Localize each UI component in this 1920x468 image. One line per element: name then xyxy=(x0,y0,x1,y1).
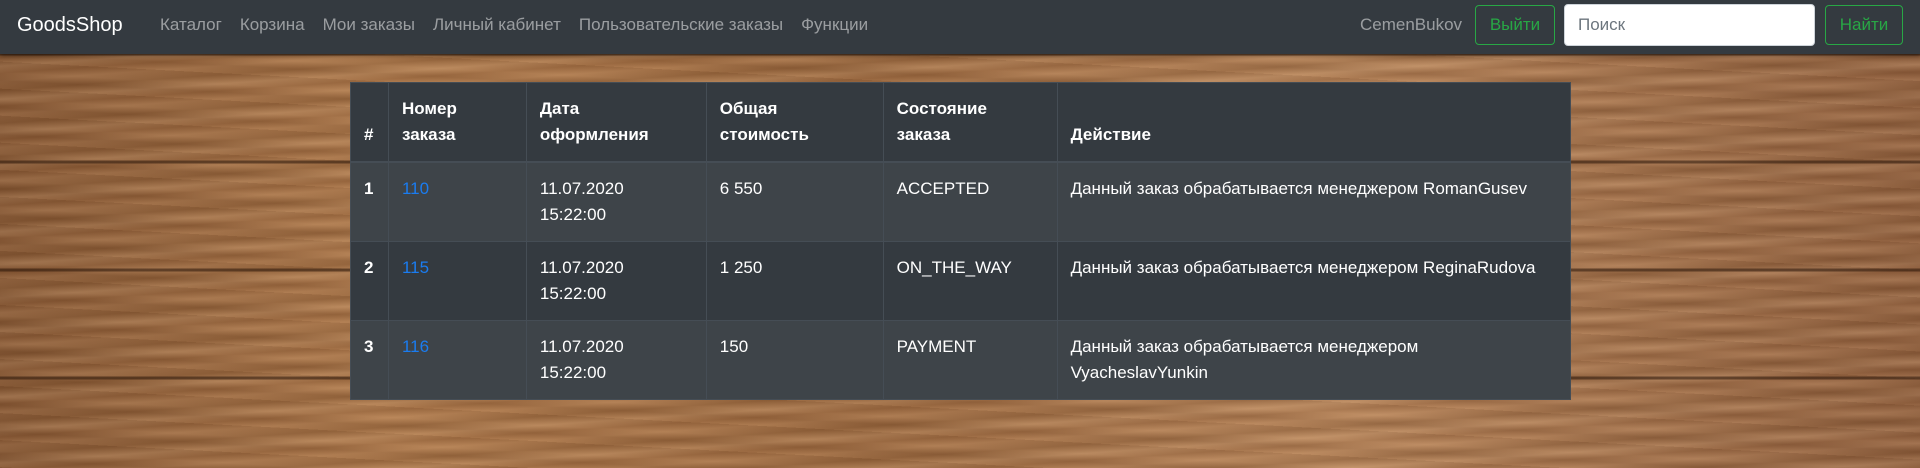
order-time: 15:22:00 xyxy=(539,363,607,382)
nav-link-catalog[interactable]: Каталог xyxy=(160,15,222,35)
search-input[interactable] xyxy=(1564,4,1815,46)
table-row: 1 110 11.07.2020 15:22:00 6 550 ACCEPTED… xyxy=(350,161,1572,242)
search-button[interactable]: Найти xyxy=(1825,5,1903,45)
order-cost: 6 550 xyxy=(705,161,884,242)
order-number-link[interactable]: 116 xyxy=(402,337,429,356)
logout-button[interactable]: Выйти xyxy=(1475,5,1555,45)
table-row: 3 116 11.07.2020 15:22:00 150 PAYMENT Да… xyxy=(350,320,1572,400)
order-date: 11.07.2020 xyxy=(539,337,624,356)
header-index: # xyxy=(350,82,389,163)
order-state: ACCEPTED xyxy=(882,161,1058,242)
order-state: PAYMENT xyxy=(882,320,1058,400)
nav-link-functions[interactable]: Функции xyxy=(801,15,868,35)
order-date: 11.07.2020 xyxy=(539,258,624,277)
order-number-cell: 115 xyxy=(387,241,527,321)
nav-link-my-orders[interactable]: Мои заказы xyxy=(323,15,415,35)
header-order-state-line2: заказа xyxy=(896,125,951,144)
nav-link-cart[interactable]: Корзина xyxy=(240,15,305,35)
order-cost: 1 250 xyxy=(705,241,884,321)
row-index: 3 xyxy=(350,320,389,400)
header-order-date-line1: Дата xyxy=(539,99,580,118)
order-date: 11.07.2020 xyxy=(539,179,624,198)
nav-links: Каталог Корзина Мои заказы Личный кабине… xyxy=(160,15,886,35)
order-action: Данный заказ обрабатывается менеджером V… xyxy=(1056,320,1572,400)
orders-table: # Номер заказа Дата оформления Общая сто… xyxy=(350,82,1572,400)
brand-logo-link[interactable]: GoodsShop xyxy=(17,13,123,37)
order-date-cell: 11.07.2020 15:22:00 xyxy=(525,241,707,321)
order-time: 15:22:00 xyxy=(539,284,607,303)
order-time: 15:22:00 xyxy=(539,205,607,224)
header-action: Действие xyxy=(1056,82,1572,163)
header-order-number-line2: заказа xyxy=(401,125,456,144)
header-order-number-line1: Номер xyxy=(401,99,457,118)
header-order-date: Дата оформления xyxy=(525,82,707,163)
row-index: 1 xyxy=(350,161,389,242)
order-action: Данный заказ обрабатывается менеджером R… xyxy=(1056,241,1572,321)
order-number-cell: 116 xyxy=(387,320,527,400)
header-order-state: Состояние заказа xyxy=(882,82,1058,163)
top-navbar: GoodsShop Каталог Корзина Мои заказы Лич… xyxy=(0,0,1920,54)
order-number-link[interactable]: 115 xyxy=(402,258,429,277)
row-index: 2 xyxy=(350,241,389,321)
nav-link-account[interactable]: Личный кабинет xyxy=(433,15,561,35)
table-row: 2 115 11.07.2020 15:22:00 1 250 ON_THE_W… xyxy=(350,241,1572,321)
header-total-cost: Общая стоимость xyxy=(705,82,884,163)
order-action: Данный заказ обрабатывается менеджером R… xyxy=(1056,161,1572,242)
header-row: # Номер заказа Дата оформления Общая сто… xyxy=(350,82,1572,163)
current-username: CemenBukov xyxy=(1360,15,1463,34)
header-total-cost-line1: Общая xyxy=(719,99,778,118)
order-date-cell: 11.07.2020 15:22:00 xyxy=(525,320,707,400)
header-order-number: Номер заказа xyxy=(387,82,527,163)
order-number-cell: 110 xyxy=(387,161,527,242)
order-cost: 150 xyxy=(705,320,884,400)
header-total-cost-line2: стоимость xyxy=(719,125,809,144)
order-date-cell: 11.07.2020 15:22:00 xyxy=(525,161,707,242)
orders-table-header: # Номер заказа Дата оформления Общая сто… xyxy=(350,82,1572,163)
header-order-date-line2: оформления xyxy=(539,125,649,144)
order-state: ON_THE_WAY xyxy=(882,241,1058,321)
nav-link-user-orders[interactable]: Пользовательские заказы xyxy=(579,15,783,35)
header-order-state-line1: Состояние xyxy=(896,99,987,118)
order-number-link[interactable]: 110 xyxy=(402,179,429,198)
orders-table-body: 1 110 11.07.2020 15:22:00 6 550 ACCEPTED… xyxy=(350,161,1572,400)
